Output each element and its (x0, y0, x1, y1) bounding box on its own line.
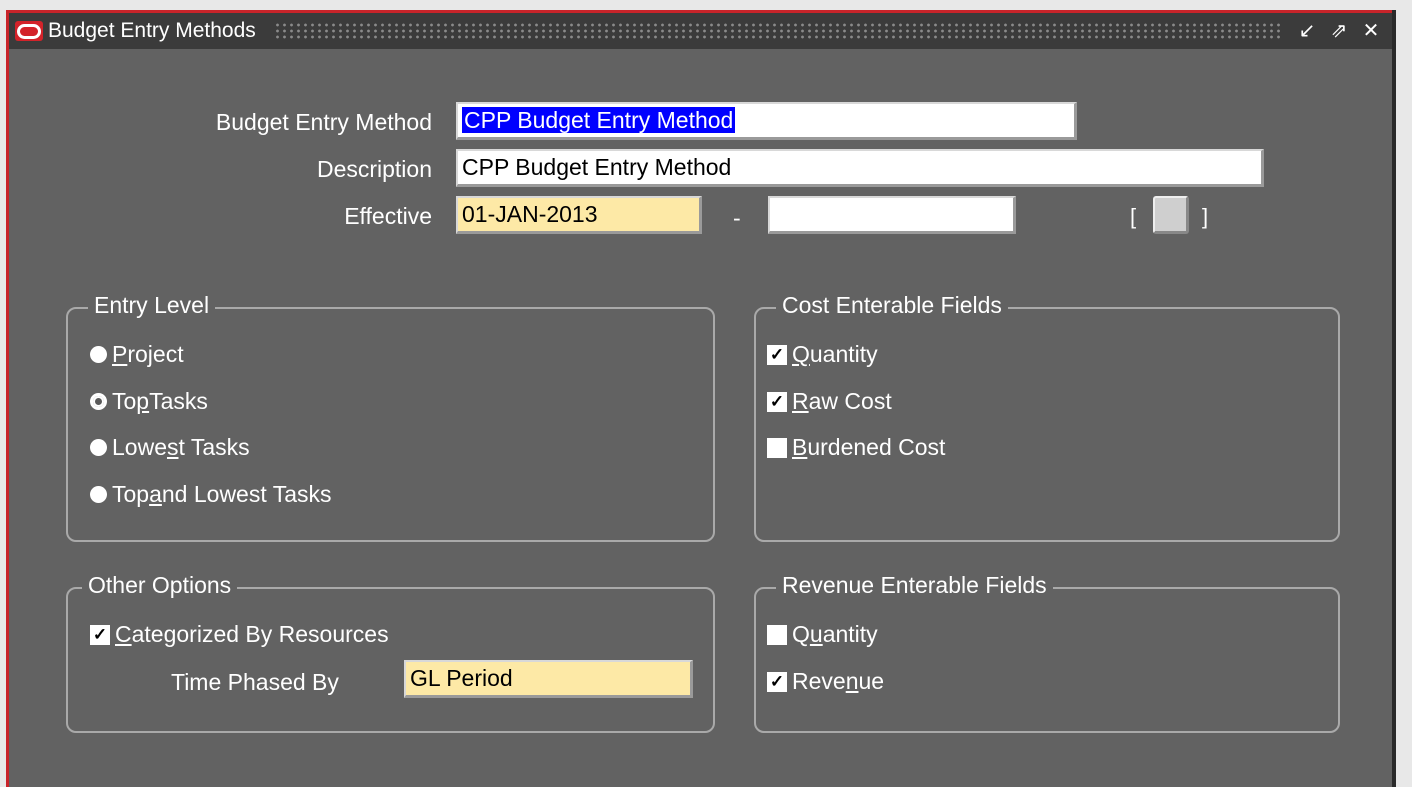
radio-top-tasks[interactable]: To p Tasks (90, 388, 208, 415)
effective-from-field[interactable]: 01-JAN-2013 (456, 196, 702, 234)
descriptive-flexfield-button[interactable] (1153, 196, 1189, 234)
description-label: Description (316, 156, 432, 182)
dff-bracket-close: ] (1202, 204, 1209, 229)
radio-lowest-tasks-icon[interactable] (90, 439, 107, 456)
maximize-icon[interactable]: ⇗ (1328, 21, 1350, 41)
effective-label: Effective (344, 203, 432, 229)
radio-lowest-tasks[interactable]: Lowe s t Tasks (90, 434, 250, 461)
time-phased-by-field[interactable]: GL Period (404, 660, 693, 698)
title-drag-grip[interactable] (273, 22, 1280, 40)
checkbox-checked-icon[interactable]: ✓ (767, 671, 787, 692)
window-title: Budget Entry Methods (48, 19, 256, 42)
description-field[interactable]: CPP Budget Entry Method (456, 149, 1264, 187)
date-separator: - (733, 205, 741, 231)
cost-enterable-fields-title: Cost Enterable Fields (776, 292, 1008, 319)
budget-entry-method-field[interactable]: CPP Budget Entry Method (456, 102, 1077, 140)
title-bar[interactable]: Budget Entry Methods ↙ ⇗ ✕ (9, 13, 1392, 49)
budget-entry-methods-window: Budget Entry Methods ↙ ⇗ ✕ Budget Entry … (6, 10, 1392, 787)
other-options-title: Other Options (82, 572, 238, 599)
checkbox-checked-icon[interactable]: ✓ (767, 391, 787, 412)
radio-top-and-lowest-tasks-icon[interactable] (90, 486, 107, 503)
budget-entry-method-label: Budget Entry Method (215, 109, 432, 135)
checkbox-cost-quantity[interactable]: ✓ Quantity (767, 341, 878, 368)
revenue-enterable-fields-group: Revenue Enterable Fields (754, 572, 1340, 733)
checkbox-categorized-by-resources[interactable]: ✓ Categorized By Resources (90, 621, 389, 648)
window-edge (1392, 10, 1396, 787)
time-phased-by-label: Time Phased By (171, 669, 339, 695)
close-icon[interactable]: ✕ (1360, 21, 1382, 41)
oracle-logo-icon (15, 21, 43, 41)
checkbox-checked-icon[interactable]: ✓ (90, 624, 110, 645)
entry-level-title: Entry Level (88, 292, 216, 319)
minimize-icon[interactable]: ↙ (1296, 21, 1318, 41)
effective-to-field[interactable] (768, 196, 1016, 234)
radio-project-icon[interactable] (90, 346, 107, 363)
radio-top-and-lowest-tasks[interactable]: Top a nd Lowest Tasks (90, 481, 332, 508)
checkbox-raw-cost[interactable]: ✓ Raw Cost (767, 388, 892, 415)
dff-bracket-open: [ (1130, 204, 1137, 229)
checkbox-unchecked-icon[interactable] (767, 624, 787, 645)
checkbox-unchecked-icon[interactable] (767, 437, 787, 458)
checkbox-revenue[interactable]: ✓ Reve n ue (767, 668, 884, 695)
checkbox-burdened-cost[interactable]: Burdened Cost (767, 434, 945, 461)
checkbox-checked-icon[interactable]: ✓ (767, 344, 787, 365)
revenue-enterable-fields-title: Revenue Enterable Fields (776, 572, 1053, 599)
radio-top-tasks-icon[interactable] (90, 393, 107, 410)
radio-project[interactable]: Project (90, 341, 184, 368)
checkbox-revenue-quantity[interactable]: Qu antity (767, 621, 878, 648)
